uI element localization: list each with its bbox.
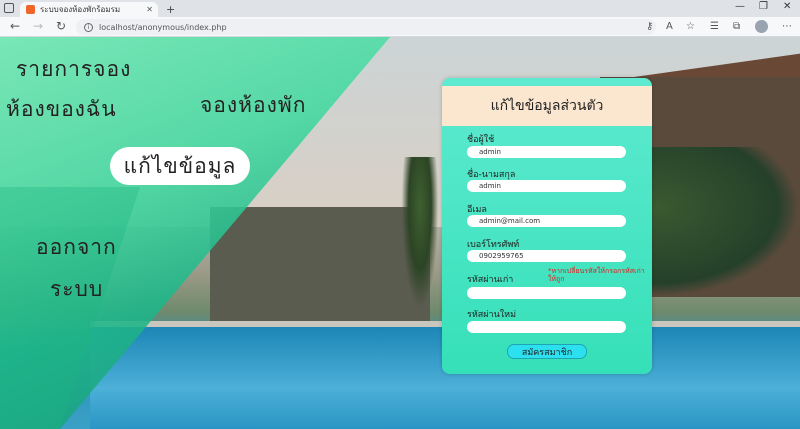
minimize-icon[interactable]: — bbox=[735, 1, 745, 12]
close-window-icon[interactable]: ✕ bbox=[783, 1, 791, 12]
stone-wall-photo bbox=[210, 207, 430, 327]
fullname-field[interactable]: admin bbox=[467, 180, 626, 192]
menu-book-room[interactable]: จองห้องพัก bbox=[200, 89, 306, 122]
menu-edit-profile[interactable]: แก้ไขข้อมูล bbox=[110, 147, 250, 185]
username-label: ชื่อผู้ใช้ bbox=[467, 135, 495, 145]
email-label: อีเมล bbox=[467, 205, 487, 215]
email-field[interactable]: admin@mail.com bbox=[467, 215, 626, 227]
page-background: รายการจอง ห้องของฉัน จองห้องพัก แก้ไขข้อ… bbox=[0, 37, 800, 429]
browser-tab[interactable]: ระบบจองห้องพักร้อมรม ✕ bbox=[20, 2, 158, 17]
key-icon[interactable]: ⚷ bbox=[646, 21, 653, 32]
menu-my-bookings-line2[interactable]: ห้องของฉัน bbox=[6, 93, 117, 126]
fullname-label: ชื่อ-นามสกุล bbox=[467, 170, 516, 180]
favorites-bar-icon[interactable]: ☰ bbox=[710, 21, 719, 32]
collections-icon[interactable]: ⧉ bbox=[733, 21, 740, 32]
phone-field[interactable]: 0902959765 bbox=[467, 250, 626, 262]
browser-tabbar: ระบบจองห้องพักร้อมรม ✕ + — ❐ ✕ bbox=[0, 0, 800, 17]
site-info-icon[interactable]: i bbox=[84, 22, 93, 32]
edit-profile-card: แก้ไขข้อมูลส่วนตัว ชื่อผู้ใช้ admin ชื่อ… bbox=[442, 78, 652, 374]
menu-logout-line2[interactable]: ระบบ bbox=[50, 273, 103, 306]
menu-logout-line1[interactable]: ออกจาก bbox=[36, 231, 117, 264]
url-field[interactable]: i localhost/anonymous/index.php bbox=[76, 19, 656, 35]
username-field[interactable]: admin bbox=[467, 146, 626, 158]
password-warning: *หากเปลี่ยนรหัสให้กรอกรหัสเก่าให้ถูก bbox=[548, 267, 645, 283]
form-title: แก้ไขข้อมูลส่วนตัว bbox=[442, 86, 652, 126]
more-menu-icon[interactable]: ⋯ bbox=[782, 21, 792, 32]
url-text: localhost/anonymous/index.php bbox=[99, 22, 227, 32]
phone-label: เบอร์โทรศัพท์ bbox=[467, 240, 520, 250]
address-bar: ← → ↻ i localhost/anonymous/index.php ⚷ … bbox=[0, 17, 800, 37]
new-password-label: รหัสผ่านใหม่ bbox=[467, 310, 516, 320]
favorite-icon[interactable]: ☆ bbox=[686, 21, 695, 32]
back-icon[interactable]: ← bbox=[10, 19, 20, 33]
read-aloud-icon[interactable]: A bbox=[666, 21, 673, 32]
old-password-field[interactable] bbox=[467, 287, 626, 299]
refresh-icon[interactable]: ↻ bbox=[56, 19, 66, 33]
maximize-icon[interactable]: ❐ bbox=[759, 1, 768, 12]
tab-title: ระบบจองห้องพักร้อมรม bbox=[40, 5, 121, 14]
profile-avatar[interactable] bbox=[755, 20, 768, 33]
new-password-field[interactable] bbox=[467, 321, 626, 333]
submit-button[interactable]: สมัครสมาชิก bbox=[507, 344, 587, 359]
site-favicon-icon bbox=[26, 5, 35, 14]
palm-tree-photo bbox=[400, 157, 440, 317]
menu-my-bookings-line1[interactable]: รายการจอง bbox=[16, 53, 131, 86]
new-tab-icon[interactable]: + bbox=[166, 3, 175, 16]
tab-actions-icon[interactable] bbox=[4, 3, 14, 13]
close-tab-icon[interactable]: ✕ bbox=[146, 5, 153, 14]
forward-icon[interactable]: → bbox=[33, 19, 43, 33]
old-password-label: รหัสผ่านเก่า bbox=[467, 275, 514, 285]
